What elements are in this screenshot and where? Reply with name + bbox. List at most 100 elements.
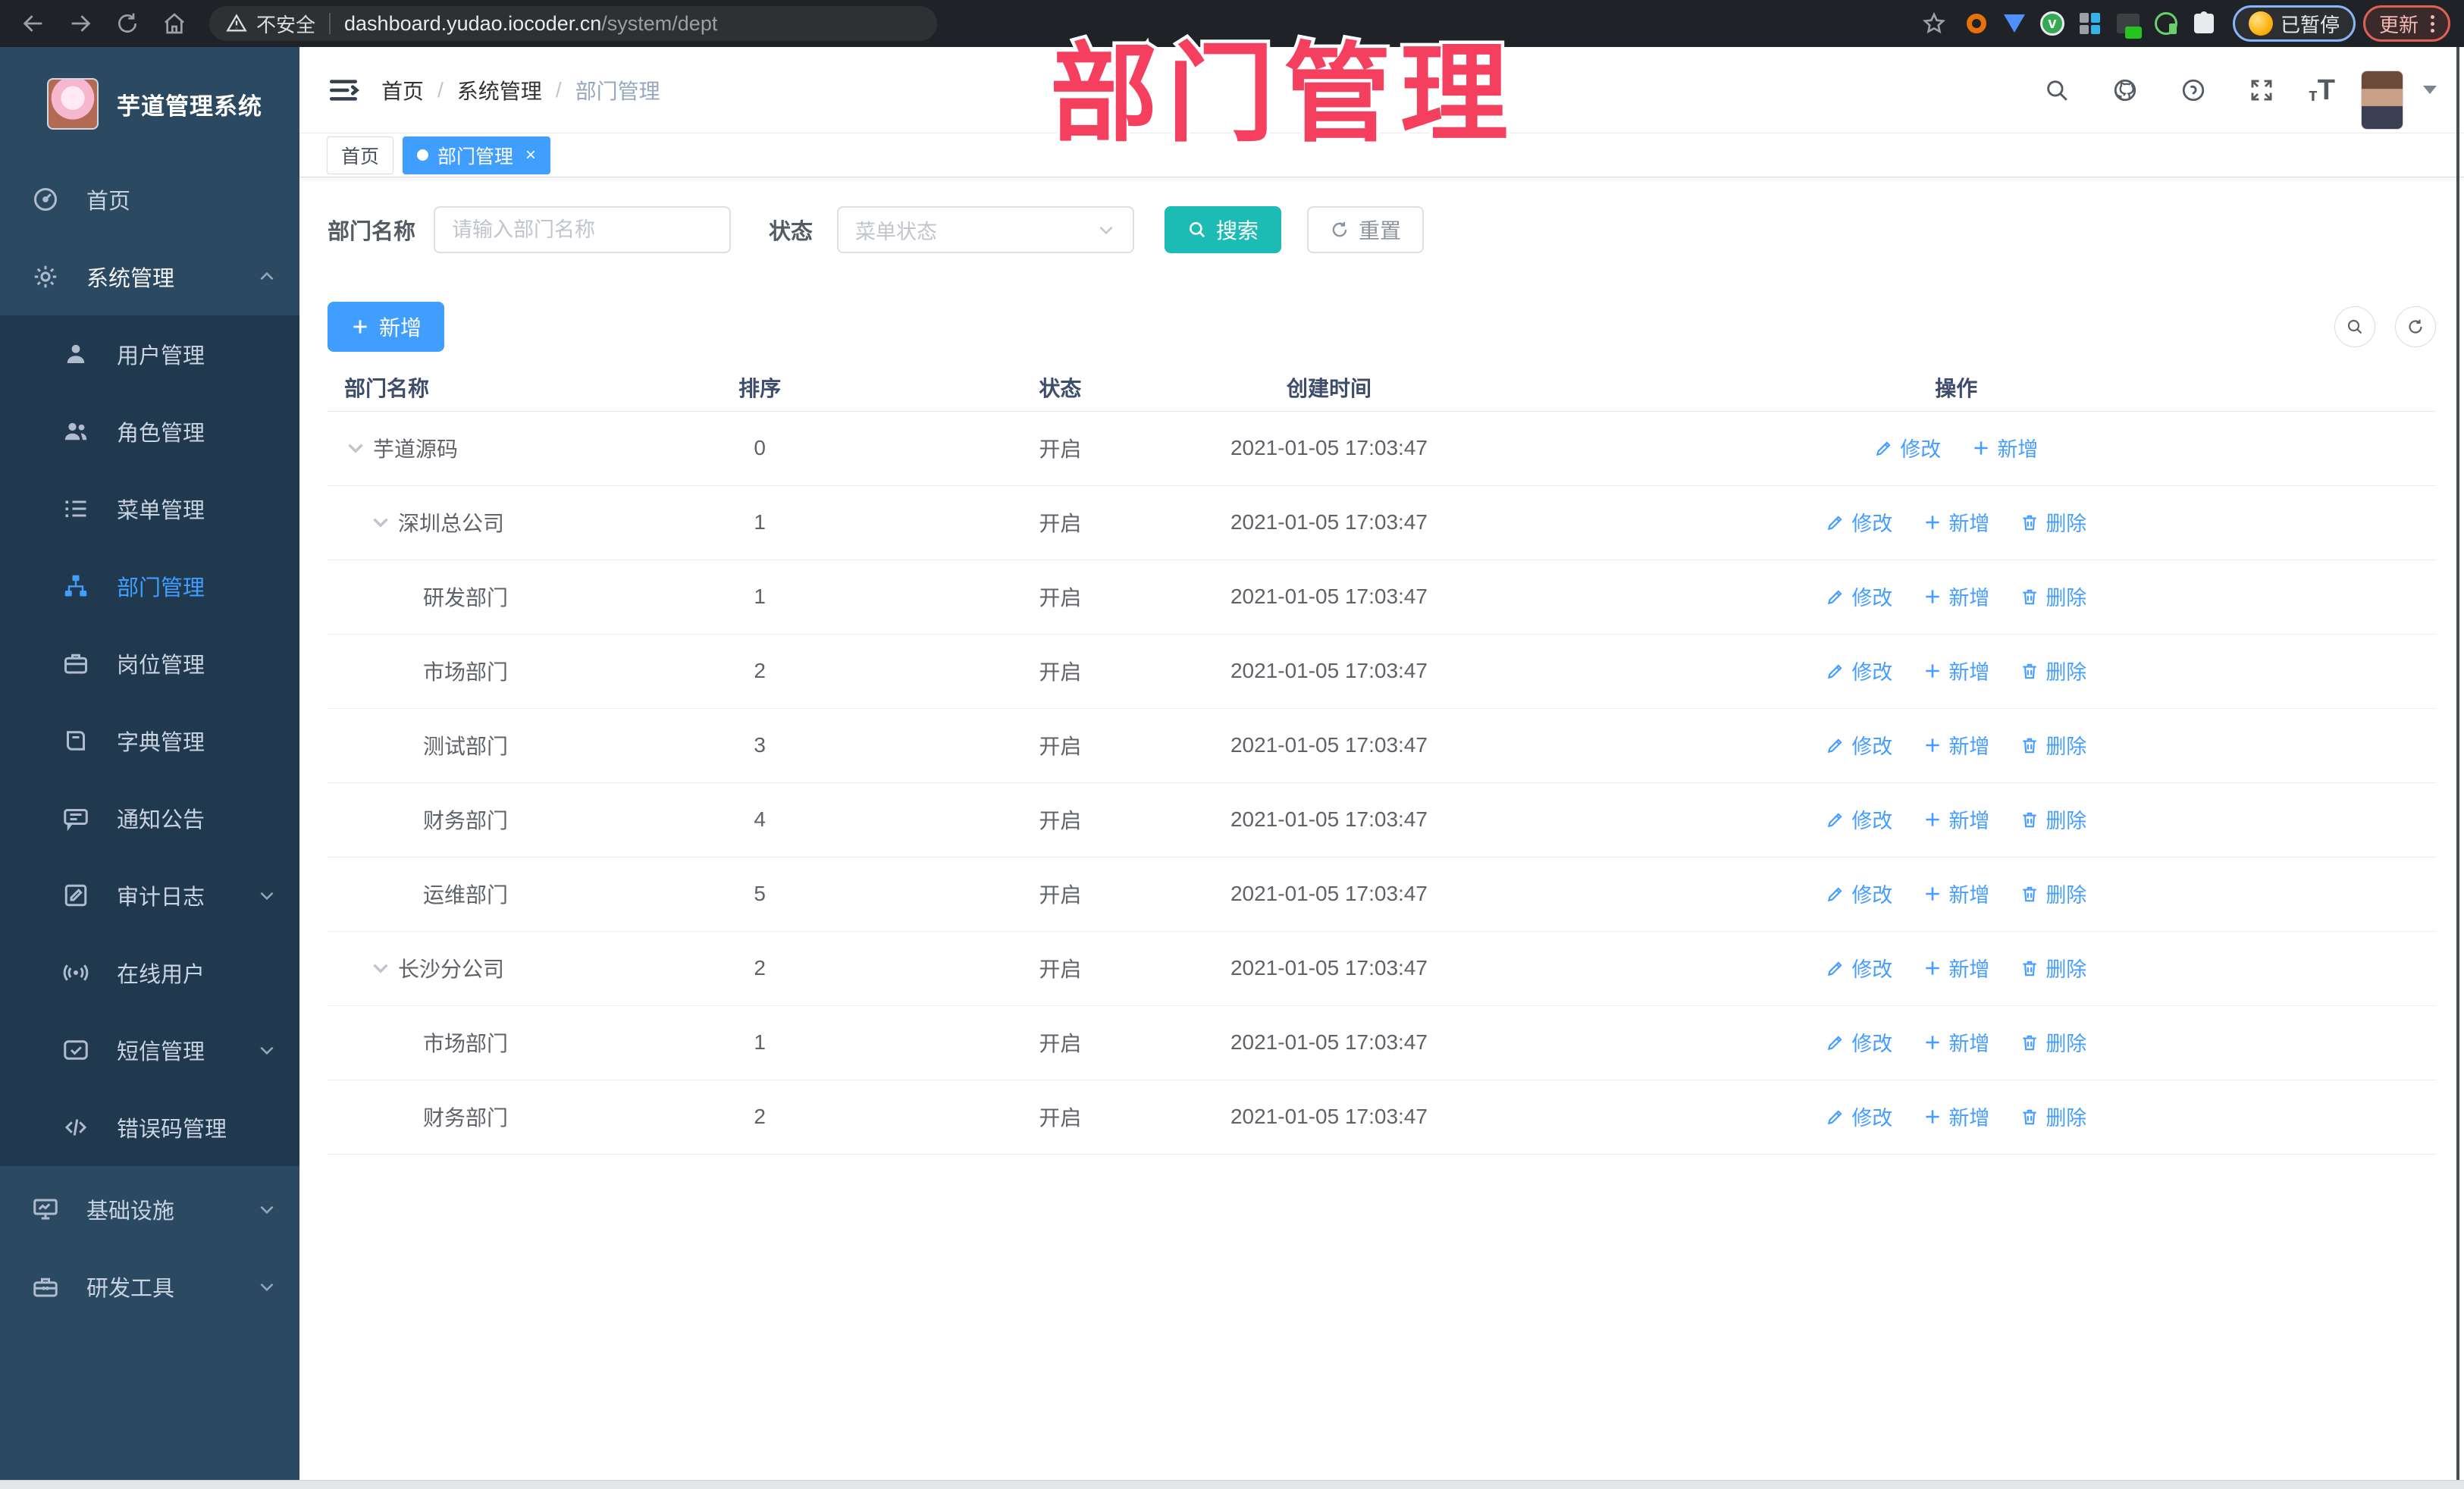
edit-link[interactable]: 修改 <box>1874 433 1941 462</box>
sidebar-item-label: 错误码管理 <box>117 1118 227 1142</box>
sidebar-item-system[interactable]: 系统管理 <box>0 238 299 315</box>
breadcrumb-system[interactable]: 系统管理 <box>457 75 542 105</box>
delete-link[interactable]: 删除 <box>2020 1102 2086 1131</box>
edit-link[interactable]: 修改 <box>1826 1027 1892 1057</box>
extension-orange-icon[interactable] <box>1961 8 1992 39</box>
add-link[interactable]: 新增 <box>1923 730 1989 760</box>
edit-link[interactable]: 修改 <box>1826 656 1892 685</box>
add-dept-button[interactable]: 新增 <box>328 302 445 352</box>
table-row[interactable]: 长沙分公司 2 开启 2021-01-05 17:03:47 修改 新增 删除 <box>328 931 2436 1006</box>
add-link[interactable]: 新增 <box>1923 804 1989 834</box>
op-label: 删除 <box>2045 884 2087 908</box>
col-created: 创建时间 <box>1181 364 1477 412</box>
plus-icon <box>1926 1036 1939 1049</box>
table-row[interactable]: 研发部门 1 开启 2021-01-05 17:03:47 修改 新增 删除 <box>328 560 2436 635</box>
sidebar-item-devtools[interactable]: 研发工具 <box>0 1248 299 1325</box>
edit-link[interactable]: 修改 <box>1826 879 1892 908</box>
sidebar-logo[interactable]: 芋道管理系统 <box>0 47 299 161</box>
browser-update-button[interactable]: 更新 <box>2362 5 2450 42</box>
sidebar-item-dict[interactable]: 字典管理 <box>0 702 299 779</box>
add-link[interactable]: 新增 <box>1923 507 1989 537</box>
add-link[interactable]: 新增 <box>1971 433 2038 462</box>
extension-gem-icon[interactable] <box>1999 8 2030 39</box>
expand-arrow-icon[interactable] <box>343 435 368 461</box>
bookmark-star-icon[interactable] <box>1914 4 1954 43</box>
table-row[interactable]: 市场部门 1 开启 2021-01-05 17:03:47 修改 新增 删除 <box>328 1005 2436 1080</box>
expand-arrow-icon[interactable] <box>368 955 393 981</box>
close-tab-icon[interactable]: × <box>525 146 536 165</box>
table-row[interactable]: 市场部门 2 开启 2021-01-05 17:03:47 修改 新增 删除 <box>328 634 2436 709</box>
sidebar-item-home[interactable]: 首页 <box>0 161 299 238</box>
add-link[interactable]: 新增 <box>1923 1102 1989 1131</box>
edit-link[interactable]: 修改 <box>1826 507 1892 537</box>
delete-link[interactable]: 删除 <box>2020 879 2086 908</box>
github-icon[interactable] <box>2104 69 2146 111</box>
dept-name: 测试部门 <box>423 735 509 758</box>
extension-on-badge-icon[interactable] <box>2113 8 2143 39</box>
sidebar-item-notice[interactable]: 通知公告 <box>0 779 299 857</box>
table-row[interactable]: 芋道源码 0 开启 2021-01-05 17:03:47 修改 新增 <box>328 411 2436 486</box>
edit-link[interactable]: 修改 <box>1826 1102 1892 1131</box>
delete-link[interactable]: 删除 <box>2020 953 2086 983</box>
search-button[interactable]: 搜索 <box>1165 206 1282 253</box>
table-row[interactable]: 测试部门 3 开启 2021-01-05 17:03:47 修改 新增 删除 <box>328 708 2436 783</box>
extension-puzzle-icon[interactable] <box>2189 8 2219 39</box>
add-link[interactable]: 新增 <box>1923 656 1989 685</box>
sidebar-toggle-icon[interactable] <box>327 74 360 107</box>
table-row[interactable]: 运维部门 5 开启 2021-01-05 17:03:47 修改 新增 删除 <box>328 857 2436 932</box>
sidebar-item-infra[interactable]: 基础设施 <box>0 1171 299 1248</box>
table-row[interactable]: 财务部门 4 开启 2021-01-05 17:03:47 修改 新增 删除 <box>328 782 2436 857</box>
reset-button[interactable]: 重置 <box>1307 206 1425 253</box>
edit-link[interactable]: 修改 <box>1826 953 1892 983</box>
delete-link[interactable]: 删除 <box>2020 1027 2086 1057</box>
sidebar-item-online-users[interactable]: 在线用户 <box>0 934 299 1011</box>
forward-icon[interactable] <box>61 4 100 43</box>
add-link[interactable]: 新增 <box>1923 879 1989 908</box>
edit-link[interactable]: 修改 <box>1826 581 1892 611</box>
sidebar-item-menus[interactable]: 菜单管理 <box>0 470 299 547</box>
user-menu-caret-icon[interactable] <box>2423 86 2437 94</box>
extension-green-v-icon[interactable]: v <box>2037 8 2067 39</box>
address-bar[interactable]: 不安全 dashboard.yudao.iocoder.cn/system/de… <box>209 6 937 41</box>
sidebar-item-posts[interactable]: 岗位管理 <box>0 625 299 702</box>
sidebar-item-roles[interactable]: 角色管理 <box>0 393 299 470</box>
sidebar-item-depts[interactable]: 部门管理 <box>0 547 299 625</box>
extension-grid-icon[interactable] <box>2075 8 2105 39</box>
add-link[interactable]: 新增 <box>1923 953 1989 983</box>
delete-link[interactable]: 删除 <box>2020 804 2086 834</box>
extension-key-icon[interactable] <box>2151 8 2181 39</box>
delete-link[interactable]: 删除 <box>2020 656 2086 685</box>
edit-link[interactable]: 修改 <box>1826 804 1892 834</box>
refresh-table-button[interactable] <box>2395 306 2436 347</box>
table-row[interactable]: 财务部门 2 开启 2021-01-05 17:03:47 修改 新增 删除 <box>328 1080 2436 1155</box>
sidebar-item-sms[interactable]: 短信管理 <box>0 1011 299 1089</box>
header-search-icon[interactable] <box>2036 69 2078 111</box>
add-link[interactable]: 新增 <box>1923 581 1989 611</box>
tab-dept-active[interactable]: 部门管理 × <box>403 136 551 174</box>
sidebar-item-users[interactable]: 用户管理 <box>0 315 299 393</box>
browser-profile-chip[interactable]: 已暂停 <box>2232 5 2356 42</box>
delete-link[interactable]: 删除 <box>2020 507 2086 537</box>
user-avatar[interactable] <box>2361 70 2403 130</box>
back-icon[interactable] <box>14 4 53 43</box>
edit-link[interactable]: 修改 <box>1826 730 1892 760</box>
sidebar-item-auditlog[interactable]: 审计日志 <box>0 857 299 934</box>
fullscreen-icon[interactable] <box>2240 69 2283 111</box>
table-row[interactable]: 深圳总公司 1 开启 2021-01-05 17:03:47 修改 新增 删除 <box>328 485 2436 560</box>
toggle-search-button[interactable] <box>2334 306 2375 347</box>
tab-home[interactable]: 首页 <box>327 136 394 174</box>
breadcrumb-home[interactable]: 首页 <box>381 75 424 105</box>
add-link[interactable]: 新增 <box>1923 1027 1989 1057</box>
delete-link[interactable]: 删除 <box>2020 581 2086 611</box>
home-icon[interactable] <box>155 4 194 43</box>
delete-link[interactable]: 删除 <box>2020 730 2086 760</box>
sidebar-item-errorcode[interactable]: 错误码管理 <box>0 1089 299 1166</box>
browser-menu-icon[interactable] <box>2431 14 2434 33</box>
expand-arrow-icon[interactable] <box>368 509 393 535</box>
reload-icon[interactable] <box>108 4 147 43</box>
status-select[interactable]: 菜单状态 <box>837 206 1135 253</box>
help-icon[interactable] <box>2172 69 2215 111</box>
dept-name-input[interactable] <box>434 206 732 253</box>
dept-status: 开启 <box>939 782 1182 857</box>
font-size-icon[interactable]: тT <box>2309 76 2335 105</box>
